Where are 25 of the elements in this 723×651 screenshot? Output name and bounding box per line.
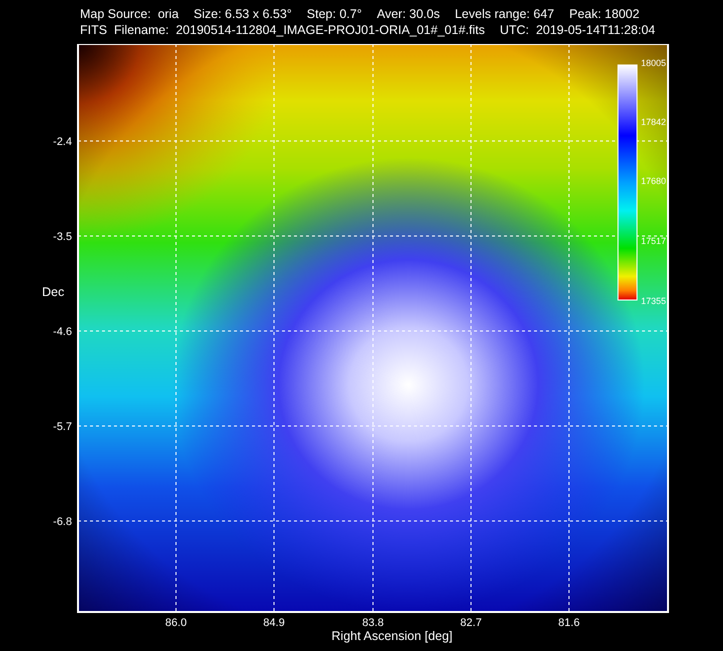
header-text: Map Source: oria — [80, 6, 179, 22]
header-text: UTC: 2019-05-14T11:28:04 — [500, 22, 656, 38]
y-tick-label: -3.5 — [53, 231, 72, 243]
y-tick-label: -5.7 — [53, 421, 72, 433]
header-text: Step: 0.7° — [306, 6, 362, 22]
x-tick-label: 83.8 — [362, 617, 384, 629]
x-tick-label: 81.6 — [558, 617, 580, 629]
colorbar-label: 17680 — [641, 176, 666, 186]
colorbar-label: 17355 — [641, 296, 666, 306]
y-tick-label: -6.8 — [53, 516, 72, 528]
header-text: Levels range: 647 — [454, 6, 554, 22]
header-text: FITS Filename: 20190514-112804_IMAGE-PROJ01-ORIA_01#_01#.fits — [80, 22, 485, 38]
header-text: Peak: 18002 — [569, 6, 640, 22]
y-axis-label: Dec — [42, 285, 64, 299]
colorbar-label: 17842 — [641, 117, 666, 127]
y-tick-label: -2.4 — [53, 136, 72, 148]
x-axis-label: Right Ascension [deg] — [332, 629, 452, 643]
header-text: Aver: 30.0s — [376, 6, 440, 22]
colorbar-label: 17517 — [641, 236, 666, 246]
x-tick-label: 84.9 — [263, 617, 285, 629]
y-tick-label: -4.6 — [53, 326, 72, 338]
x-tick-label: 82.7 — [460, 617, 482, 629]
header-text: Size: 6.53 x 6.53° — [194, 6, 292, 22]
colorbar-label: 18005 — [641, 58, 666, 68]
x-tick-label: 86.0 — [165, 617, 187, 629]
